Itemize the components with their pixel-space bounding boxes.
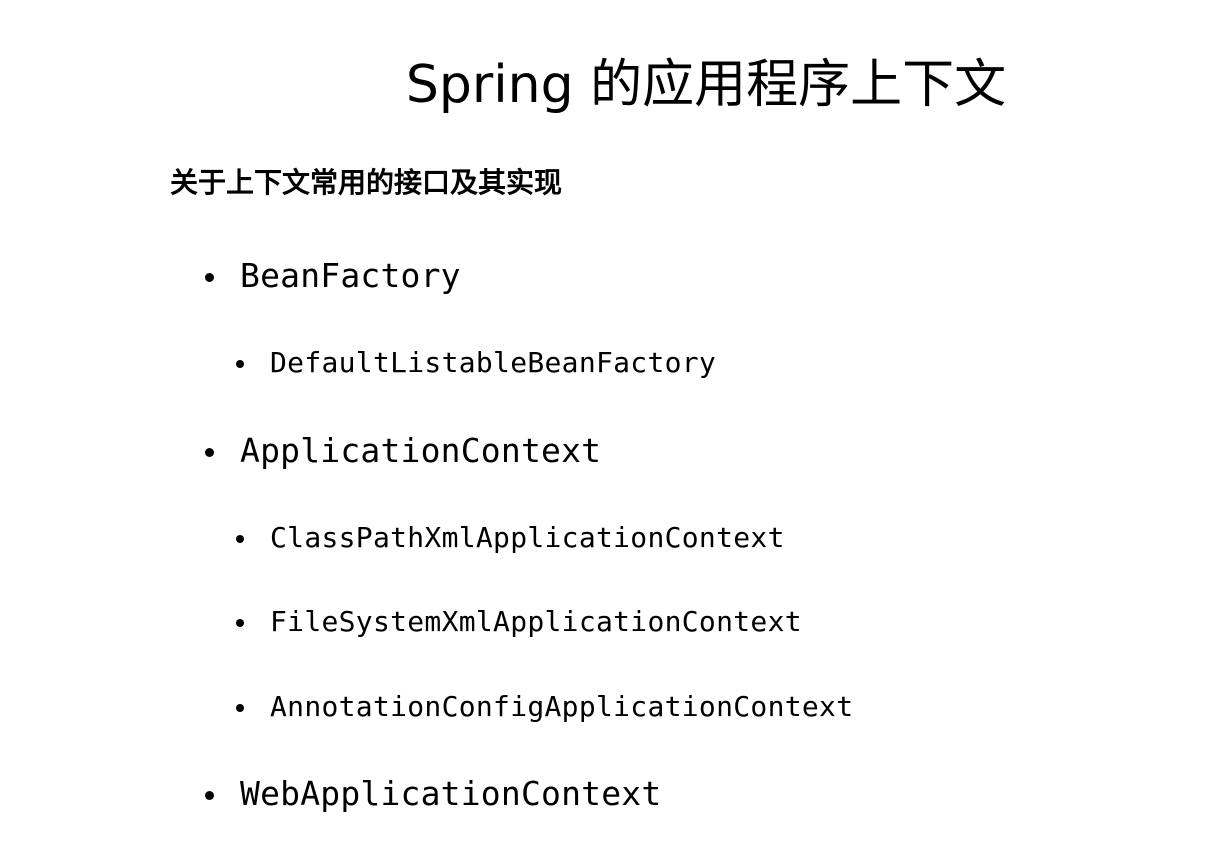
bullet-icon bbox=[205, 448, 214, 457]
list-item-applicationcontext: ApplicationContext bbox=[205, 431, 602, 470]
bullet-icon bbox=[205, 273, 214, 282]
list-item-defaultlistablebeanfactory: DefaultListableBeanFactory bbox=[236, 346, 717, 379]
list-item-label: FileSystemXmlApplicationContext bbox=[270, 605, 802, 638]
list-item-label: BeanFactory bbox=[240, 256, 461, 295]
list-item-beanfactory: BeanFactory bbox=[205, 256, 461, 295]
list-item-classpathxmlapplicationcontext: ClassPathXmlApplicationContext bbox=[236, 521, 785, 554]
list-item-label: WebApplicationContext bbox=[240, 774, 662, 813]
bullet-icon bbox=[236, 619, 244, 627]
list-item-label: ClassPathXmlApplicationContext bbox=[270, 521, 785, 554]
slide-title: Spring 的应用程序上下文 bbox=[405, 55, 1007, 115]
list-item-filesystemxmlapplicationcontext: FileSystemXmlApplicationContext bbox=[236, 605, 802, 638]
bullet-icon bbox=[205, 791, 214, 800]
list-item-annotationconfigapplicationcontext: AnnotationConfigApplicationContext bbox=[236, 690, 854, 723]
list-item-label: DefaultListableBeanFactory bbox=[270, 346, 717, 379]
list-item-label: ApplicationContext bbox=[240, 431, 602, 470]
list-item-label: AnnotationConfigApplicationContext bbox=[270, 690, 854, 723]
bullet-icon bbox=[236, 535, 244, 543]
slide-subtitle: 关于上下文常用的接口及其实现 bbox=[170, 166, 563, 199]
bullet-icon bbox=[236, 360, 244, 368]
list-item-webapplicationcontext: WebApplicationContext bbox=[205, 774, 662, 813]
bullet-icon bbox=[236, 704, 244, 712]
